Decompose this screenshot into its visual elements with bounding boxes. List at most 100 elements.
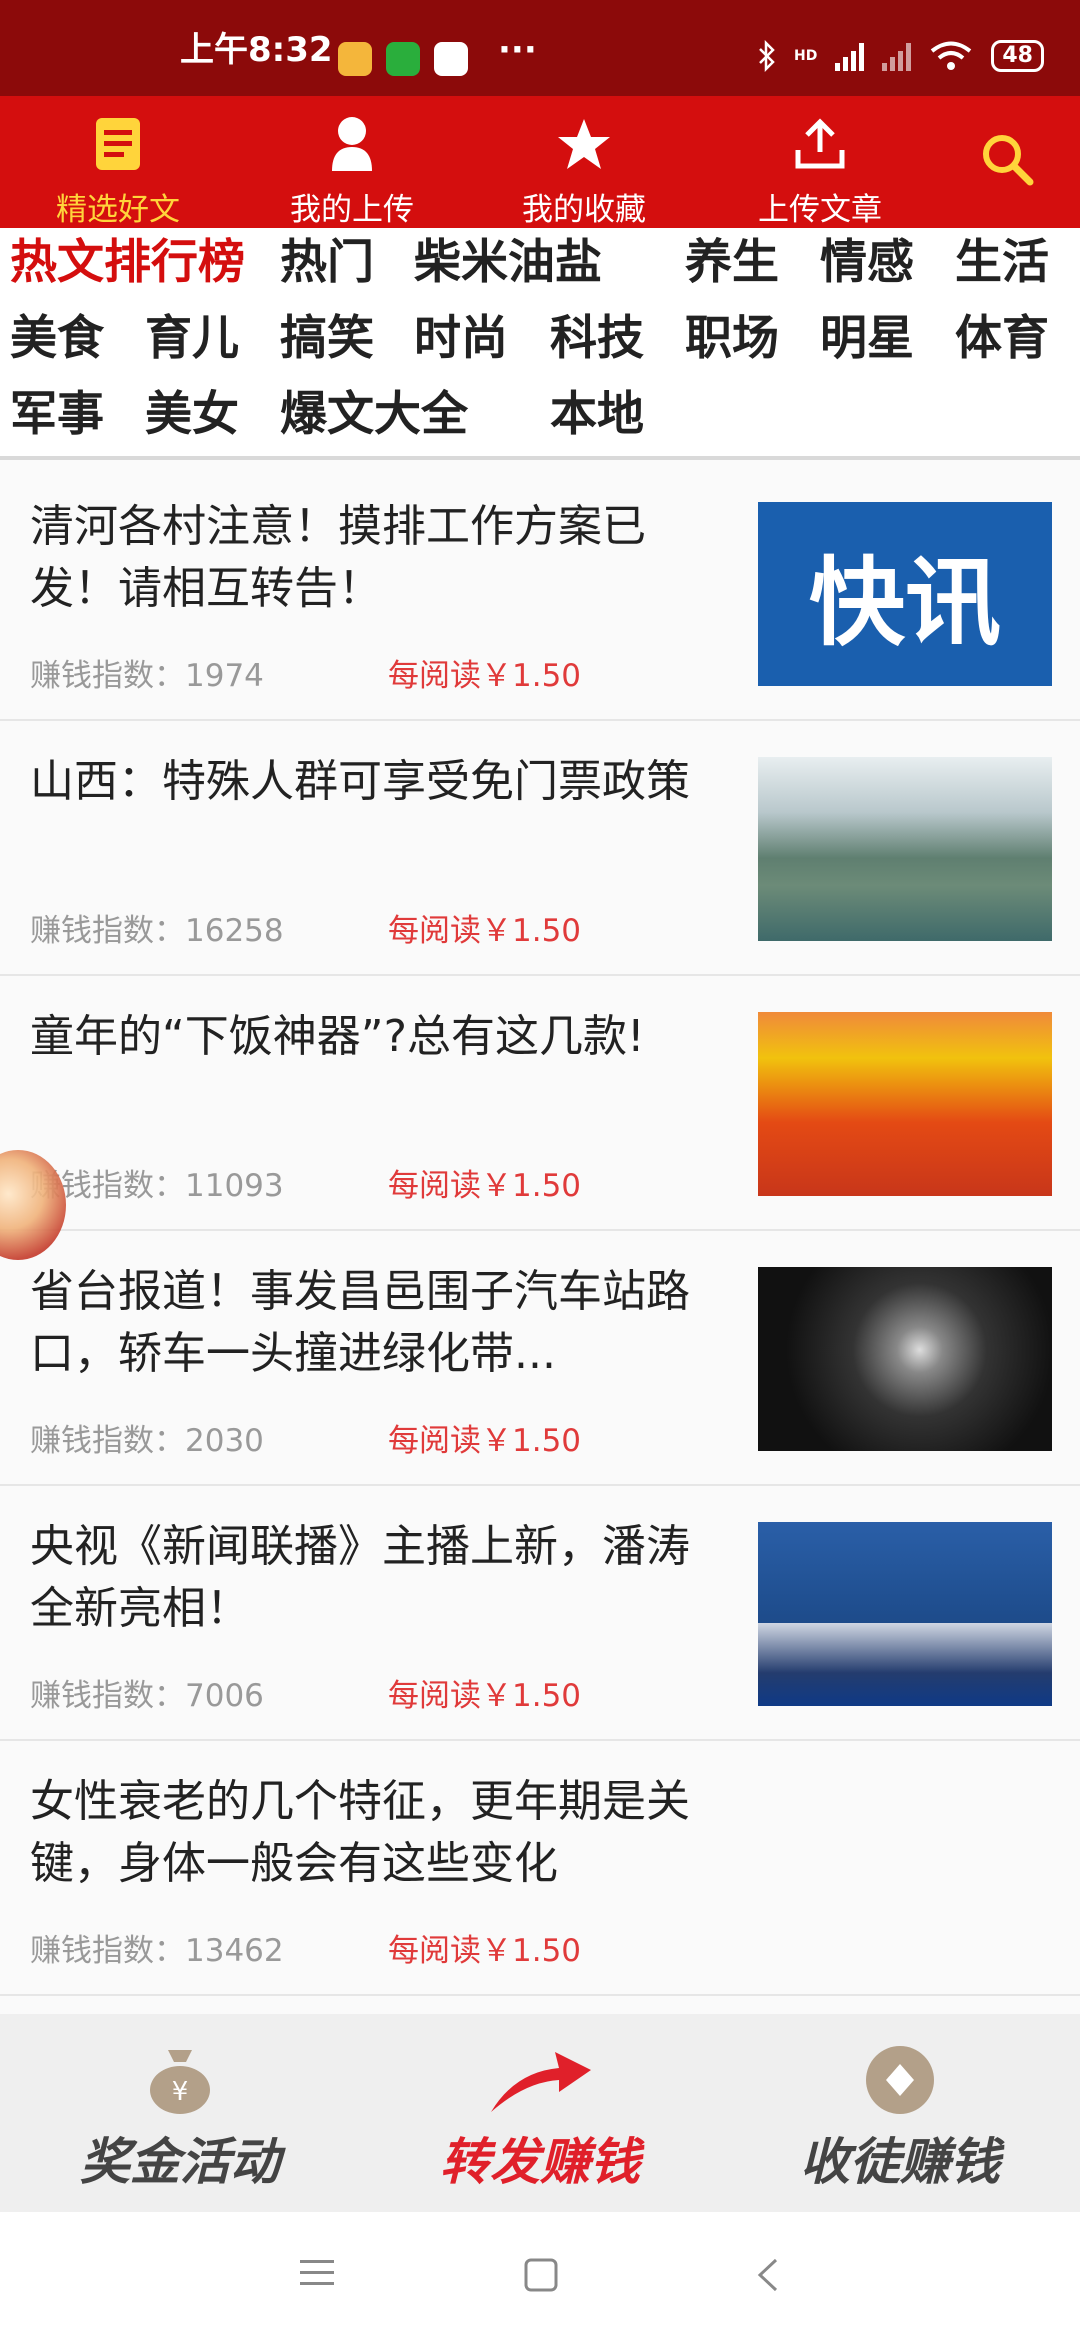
upload-icon [730, 114, 910, 174]
tab-featured[interactable]: 精选好文 [28, 114, 208, 229]
reward-per-read: 每阅读￥1.50 [388, 913, 582, 949]
network-type-label: HD [794, 48, 818, 64]
status-right: HD 48 [758, 40, 1044, 72]
earning-index-value: 16258 [185, 913, 284, 949]
signal2-icon [882, 41, 912, 71]
earning-index-value: 1974 [185, 658, 264, 694]
article-title: 女性衰老的几个特征，更年期是关键，身体一般会有这些变化 [30, 1776, 690, 1889]
earning-index-value: 11093 [185, 1168, 284, 1204]
system-nav-bar [0, 2212, 1080, 2340]
category-fashion[interactable]: 时尚 [414, 304, 508, 374]
category-grid: 热文排行榜 热门 柴米油盐 养生 情感 生活 美食 育儿 搞笑 时尚 科技 职场… [0, 228, 1080, 460]
wechat-notification-icon [386, 42, 420, 76]
article-item[interactable]: 央视《新闻联播》主播上新，潘涛全新亮相！ 赚钱指数：7006 每阅读￥1.50 [0, 1486, 1080, 1741]
earning-index: 赚钱指数：16258 [30, 905, 284, 950]
status-bar: 上午8:32 ··· HD 48 [0, 0, 1080, 96]
category-life[interactable]: 生活 [955, 228, 1049, 298]
earning-index-label: 赚钱指数： [30, 1423, 185, 1459]
earning-index: 赚钱指数：2030 [30, 1415, 264, 1460]
article-thumbnail: 快讯 [758, 502, 1052, 686]
tab-my-favorites-label: 我的收藏 [522, 192, 646, 228]
category-celebrity[interactable]: 明星 [820, 304, 914, 374]
tab-upload-article-label: 上传文章 [758, 192, 882, 228]
category-hot-ranking[interactable]: 热文排行榜 [10, 228, 245, 298]
reward-per-read: 每阅读￥1.50 [388, 658, 582, 694]
action-bar: ¥ 奖金活动 转发赚钱 收徒赚钱 [0, 2014, 1080, 2212]
tab-upload-article[interactable]: 上传文章 [730, 114, 910, 229]
home-icon[interactable] [524, 2258, 558, 2296]
reward-per-read: 每阅读￥1.50 [388, 1168, 582, 1204]
back-icon[interactable] [756, 2258, 780, 2296]
status-time: 上午8:32 [180, 30, 333, 70]
earning-index: 赚钱指数：7006 [30, 1670, 264, 1715]
reward-per-read: 每阅读￥1.50 [388, 1423, 582, 1459]
reward-per-read: 每阅读￥1.50 [388, 1933, 582, 1969]
recruit-earn-label: 收徒赚钱 [800, 2133, 1000, 2191]
share-earn-label: 转发赚钱 [440, 2133, 640, 2191]
category-local[interactable]: 本地 [550, 380, 644, 450]
bonus-activity-label: 奖金活动 [80, 2133, 280, 2191]
share-earn-button[interactable]: 转发赚钱 [390, 2044, 690, 2194]
tab-my-favorites[interactable]: 我的收藏 [494, 114, 674, 229]
article-item[interactable]: 山西：特殊人群可享受免门票政策 赚钱指数：16258 每阅读￥1.50 [0, 721, 1080, 976]
signal-icon [835, 41, 865, 71]
earning-index-value: 13462 [185, 1933, 284, 1969]
article-item[interactable]: 清河各村注意！摸排工作方案已发！请相互转告！ 赚钱指数：1974 每阅读￥1.5… [0, 466, 1080, 721]
article-title: 央视《新闻联播》主播上新，潘涛全新亮相！ [30, 1521, 690, 1634]
category-parenting[interactable]: 育儿 [145, 304, 239, 374]
category-tech[interactable]: 科技 [550, 304, 644, 374]
category-hot[interactable]: 热门 [280, 228, 374, 298]
menu-icon[interactable] [300, 2258, 334, 2292]
category-health[interactable]: 养生 [685, 228, 779, 298]
article-item[interactable]: 童年的“下饭神器”?总有这几款! 赚钱指数：11093 每阅读￥1.50 [0, 976, 1080, 1231]
diamond-coin-icon [750, 2044, 1050, 2116]
earning-index: 赚钱指数：11093 [30, 1160, 284, 1205]
article-thumbnail [758, 1012, 1052, 1196]
article-thumbnail [758, 757, 1052, 941]
earning-index: 赚钱指数：13462 [30, 1925, 284, 1970]
money-bag-icon: ¥ [30, 2044, 330, 2116]
earning-index: 赚钱指数：1974 [30, 650, 264, 695]
qq-notification-icon [434, 42, 468, 76]
earning-index-value: 7006 [185, 1678, 264, 1714]
earning-index-label: 赚钱指数： [30, 658, 185, 694]
article-title: 清河各村注意！摸排工作方案已发！请相互转告！ [30, 501, 646, 614]
category-funny[interactable]: 搞笑 [280, 304, 374, 374]
wifi-icon [931, 41, 972, 70]
article-title: 童年的“下饭神器”?总有这几款! [30, 1011, 645, 1062]
bonus-activity-button[interactable]: ¥ 奖金活动 [30, 2044, 330, 2194]
tab-featured-label: 精选好文 [56, 192, 180, 228]
share-arrow-icon [390, 2044, 690, 2116]
category-daily-life[interactable]: 柴米油盐 [414, 228, 602, 298]
category-viral[interactable]: 爆文大全 [280, 380, 468, 450]
category-workplace[interactable]: 职场 [685, 304, 779, 374]
article-thumbnail [758, 1267, 1052, 1451]
tab-my-uploads[interactable]: 我的上传 [262, 114, 442, 229]
user-icon [262, 114, 442, 174]
article-title: 省台报道！事发昌邑围子汽车站路口，轿车一头撞进绿化带... [30, 1266, 690, 1379]
battery-icon: 48 [991, 40, 1044, 72]
category-beauty[interactable]: 美女 [145, 380, 239, 450]
category-emotion[interactable]: 情感 [820, 228, 914, 298]
more-notifications-icon: ··· [498, 30, 537, 70]
earning-index-label: 赚钱指数： [30, 913, 185, 949]
notification-icons [338, 42, 468, 76]
earning-index-label: 赚钱指数： [30, 1933, 185, 1969]
search-icon[interactable] [980, 132, 1034, 190]
category-sports[interactable]: 体育 [955, 304, 1049, 374]
gallery-notification-icon [338, 42, 372, 76]
top-nav: 精选好文 我的上传 我的收藏 上传文章 [0, 96, 1080, 228]
category-military[interactable]: 军事 [10, 380, 104, 450]
article-title: 山西：特殊人群可享受免门票政策 [30, 756, 690, 807]
article-item[interactable]: 女性衰老的几个特征，更年期是关键，身体一般会有这些变化 赚钱指数：13462 每… [0, 1741, 1080, 1996]
document-icon [28, 114, 208, 174]
reward-per-read: 每阅读￥1.50 [388, 1678, 582, 1714]
bluetooth-icon [759, 40, 775, 72]
recruit-earn-button[interactable]: 收徒赚钱 [750, 2044, 1050, 2194]
category-food[interactable]: 美食 [10, 304, 104, 374]
article-item[interactable]: 省台报道！事发昌邑围子汽车站路口，轿车一头撞进绿化带... 赚钱指数：2030 … [0, 1231, 1080, 1486]
star-icon [494, 114, 674, 174]
svg-text:¥: ¥ [172, 2077, 189, 2107]
article-list: 清河各村注意！摸排工作方案已发！请相互转告！ 赚钱指数：1974 每阅读￥1.5… [0, 466, 1080, 1996]
tab-my-uploads-label: 我的上传 [290, 192, 414, 228]
